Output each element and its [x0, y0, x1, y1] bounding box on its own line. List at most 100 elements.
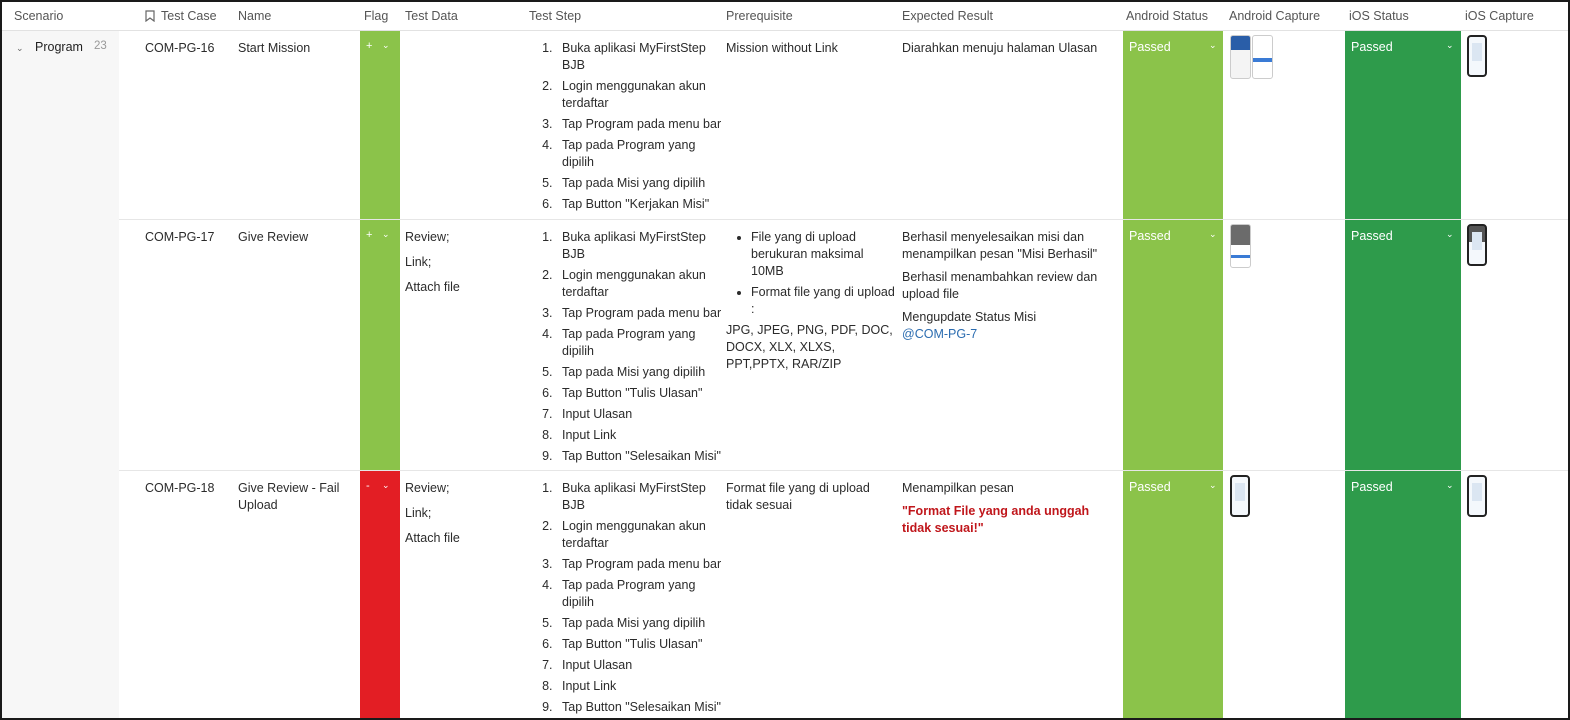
- chevron-down-icon[interactable]: ⌄: [382, 480, 390, 491]
- step-item: Input Ulasan: [556, 657, 723, 674]
- step-item: Buka aplikasi MyFirstStep BJB: [556, 480, 723, 514]
- prerequisite: Format file yang di upload tidak sesuai: [726, 481, 870, 512]
- col-ios-capture[interactable]: iOS Capture: [1465, 9, 1534, 23]
- chevron-down-icon[interactable]: ⌄: [382, 229, 390, 240]
- android-screenshot-thumbnail[interactable]: [1230, 35, 1251, 79]
- step-item: Login menggunakan akun terdaftar: [556, 267, 723, 301]
- test-data: Review; Link; Attach file: [405, 229, 520, 304]
- ios-status-select[interactable]: Passed ⌄: [1345, 220, 1461, 470]
- test-case-table: Scenario Test Case Name Flag Test Data T…: [0, 0, 1570, 720]
- scenario-group: ⌄ Program 23: [2, 31, 119, 718]
- expected-result: Menampilkan pesan "Format File yang anda…: [902, 480, 1120, 537]
- step-item: Tap Button "Kerjakan Misi": [556, 196, 723, 213]
- prerequisite-item: Format file yang di upload :: [751, 284, 896, 318]
- step-item: Login menggunakan akun terdaftar: [556, 518, 723, 552]
- test-case-link[interactable]: @COM-PG-7: [902, 326, 1117, 343]
- test-data-item: Link;: [405, 506, 432, 520]
- flag-value: -: [366, 480, 370, 492]
- expected-line: Berhasil menyelesaikan misi dan menampil…: [902, 230, 1098, 261]
- prerequisite: File yang di upload berukuran maksimal 1…: [726, 229, 896, 373]
- android-screenshot-thumbnail[interactable]: [1230, 224, 1251, 268]
- flag-value: +: [366, 40, 373, 52]
- test-steps: Buka aplikasi MyFirstStep BJB Login meng…: [528, 480, 723, 718]
- table-row[interactable]: COM-PG-17 Give Review + ⌄ Review; Link; …: [119, 220, 1568, 471]
- col-android-status[interactable]: Android Status: [1126, 9, 1208, 23]
- prerequisite: Mission without Link: [726, 41, 838, 55]
- flag-cell[interactable]: + ⌄: [360, 220, 400, 470]
- step-item: Tap Program pada menu bar: [556, 116, 723, 133]
- step-item: Input Link: [556, 427, 723, 444]
- table-row[interactable]: COM-PG-16 Start Mission + ⌄ Buka aplikas…: [119, 31, 1568, 220]
- chevron-down-icon[interactable]: ⌄: [1446, 229, 1454, 240]
- step-item: Tap pada Program yang dipilih: [556, 326, 723, 360]
- expected-line: Menampilkan pesan: [902, 481, 1014, 495]
- chevron-down-icon[interactable]: ⌄: [1209, 229, 1217, 240]
- step-item: Tap pada Program yang dipilih: [556, 577, 723, 611]
- test-data-item: Review;: [405, 230, 450, 244]
- flag-cell[interactable]: + ⌄: [360, 31, 400, 219]
- error-message: "Format File yang anda unggah tidak sesu…: [902, 504, 1090, 535]
- bookmark-icon: [145, 10, 155, 25]
- ios-status-select[interactable]: Passed ⌄: [1345, 471, 1461, 718]
- test-data-item: Attach file: [405, 531, 460, 545]
- test-data: Review; Link; Attach file: [405, 480, 520, 555]
- chevron-down-icon[interactable]: ⌄: [382, 40, 390, 51]
- step-item: Login menggunakan akun terdaftar: [556, 78, 723, 112]
- chevron-down-icon[interactable]: ⌄: [16, 43, 24, 54]
- step-item: Tap Button "Tulis Ulasan": [556, 385, 723, 402]
- chevron-down-icon[interactable]: ⌄: [1209, 40, 1217, 51]
- table-header: Scenario Test Case Name Flag Test Data T…: [2, 2, 1568, 31]
- test-case-id: COM-PG-17: [145, 230, 215, 244]
- android-status-select[interactable]: Passed ⌄: [1123, 220, 1223, 470]
- android-screenshot-thumbnail[interactable]: [1230, 475, 1250, 517]
- test-case-id: COM-PG-16: [145, 41, 215, 55]
- ios-screenshot-thumbnail[interactable]: [1467, 224, 1487, 266]
- step-item: Input Link: [556, 678, 723, 695]
- chevron-down-icon[interactable]: ⌄: [1446, 480, 1454, 491]
- chevron-down-icon[interactable]: ⌄: [1446, 40, 1454, 51]
- expected-result: Diarahkan menuju halaman Ulasan: [902, 41, 1098, 55]
- col-name[interactable]: Name: [238, 9, 271, 23]
- flag-cell[interactable]: - ⌄: [360, 471, 400, 718]
- test-case-id: COM-PG-18: [145, 481, 215, 495]
- step-item: Tap pada Program yang dipilih: [556, 137, 723, 171]
- android-screenshot-thumbnail[interactable]: [1252, 35, 1273, 79]
- test-data-item: Link;: [405, 255, 432, 269]
- col-test-case[interactable]: Test Case: [161, 9, 217, 23]
- step-item: Tap Program pada menu bar: [556, 556, 723, 573]
- step-item: Input Ulasan: [556, 406, 723, 423]
- test-case-name: Start Mission: [238, 41, 311, 55]
- expected-line: Mengupdate Status Misi: [902, 310, 1037, 324]
- col-prerequisite[interactable]: Prerequisite: [726, 9, 793, 23]
- step-item: Tap Button "Selesaikan Misi": [556, 699, 723, 716]
- col-test-data[interactable]: Test Data: [405, 9, 458, 23]
- expected-result: Berhasil menyelesaikan misi dan menampil…: [902, 229, 1117, 343]
- table-row[interactable]: COM-PG-18 Give Review - Fail Upload - ⌄ …: [119, 471, 1568, 718]
- prerequisite-item: File yang di upload berukuran maksimal 1…: [751, 229, 896, 280]
- android-status-select[interactable]: Passed ⌄: [1123, 31, 1223, 219]
- test-steps: Buka aplikasi MyFirstStep BJB Login meng…: [528, 40, 723, 217]
- android-status-select[interactable]: Passed ⌄: [1123, 471, 1223, 718]
- scenario-name: Program: [35, 40, 83, 54]
- test-data-item: Attach file: [405, 280, 460, 294]
- col-scenario[interactable]: Scenario: [14, 9, 63, 23]
- scenario-count: 23: [94, 40, 107, 52]
- chevron-down-icon[interactable]: ⌄: [1209, 480, 1217, 491]
- col-test-step[interactable]: Test Step: [529, 9, 581, 23]
- ios-screenshot-thumbnail[interactable]: [1467, 475, 1487, 517]
- step-item: Buka aplikasi MyFirstStep BJB: [556, 40, 723, 74]
- test-case-name: Give Review - Fail Upload: [238, 481, 340, 512]
- col-flag[interactable]: Flag: [364, 9, 388, 23]
- ios-screenshot-thumbnail[interactable]: [1467, 35, 1487, 77]
- col-android-capture[interactable]: Android Capture: [1229, 9, 1320, 23]
- ios-status-value: Passed: [1351, 480, 1393, 494]
- step-item: Tap Program pada menu bar: [556, 305, 723, 322]
- step-item: Tap Button "Selesaikan Misi": [556, 448, 723, 465]
- ios-status-select[interactable]: Passed ⌄: [1345, 31, 1461, 219]
- android-status-value: Passed: [1129, 229, 1171, 243]
- flag-value: +: [366, 229, 373, 241]
- step-item: Tap Button "Tulis Ulasan": [556, 636, 723, 653]
- col-ios-status[interactable]: iOS Status: [1349, 9, 1409, 23]
- prerequisite-formats: JPG, JPEG, PNG, PDF, DOC, DOCX, XLX, XLX…: [726, 323, 893, 371]
- col-expected-result[interactable]: Expected Result: [902, 9, 993, 23]
